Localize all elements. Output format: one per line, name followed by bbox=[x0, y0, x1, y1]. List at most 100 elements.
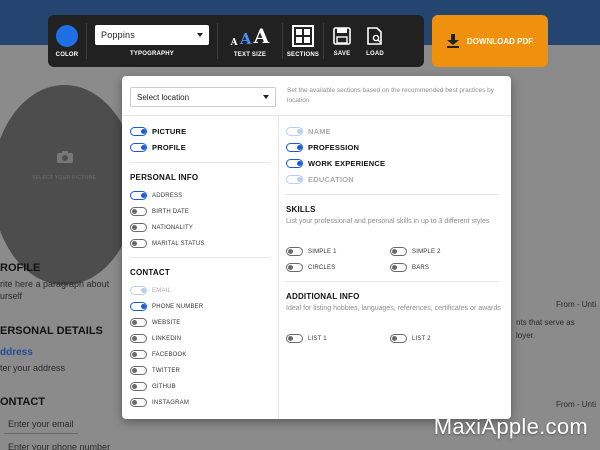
option-circles[interactable]: CIRCLES bbox=[286, 263, 335, 272]
sections-button[interactable]: SECTIONS bbox=[283, 15, 323, 67]
option-label: NATIONALITY bbox=[152, 224, 194, 231]
toggle-twitter[interactable] bbox=[130, 366, 147, 375]
toggle-facebook[interactable] bbox=[130, 350, 147, 359]
toggle-instagram[interactable] bbox=[130, 398, 147, 407]
profile-text[interactable]: rite here a paragraph about bbox=[0, 279, 109, 289]
watermark-text: MaxiApple.com bbox=[433, 414, 588, 439]
column-divider bbox=[278, 116, 279, 419]
toggle-bars[interactable] bbox=[390, 263, 407, 272]
option-label: CIRCLES bbox=[308, 264, 336, 271]
option-profession[interactable]: PROFESSION bbox=[286, 143, 359, 152]
location-select[interactable]: Select location bbox=[130, 87, 276, 107]
sections-label: SECTIONS bbox=[286, 51, 320, 58]
section-divider bbox=[285, 281, 499, 282]
toggle-phone-number[interactable] bbox=[130, 302, 147, 311]
text-size-control: A A A TEXT SIZE bbox=[218, 15, 282, 67]
chevron-down-icon bbox=[263, 95, 269, 99]
experience-text[interactable]: nts that serve as bbox=[516, 318, 575, 327]
option-label: BARS bbox=[412, 264, 430, 271]
option-email[interactable]: EMAIL bbox=[130, 286, 171, 295]
toggle-linkedin[interactable] bbox=[130, 334, 147, 343]
profile-heading: ROFILE bbox=[0, 262, 41, 274]
option-website[interactable]: WEBSITE bbox=[130, 318, 180, 327]
profile-text-2[interactable]: urself bbox=[0, 291, 22, 301]
font-select[interactable]: Poppins bbox=[95, 25, 209, 45]
toggle-marital-status[interactable] bbox=[130, 239, 147, 248]
option-simple-1[interactable]: SIMPLE 1 bbox=[286, 247, 337, 256]
option-education[interactable]: EDUCATION bbox=[286, 175, 354, 184]
option-label: FACEBOOK bbox=[152, 351, 187, 358]
toggle-email bbox=[130, 286, 147, 295]
option-label: NAME bbox=[308, 127, 331, 136]
toggle-circles[interactable] bbox=[286, 263, 303, 272]
email-input[interactable]: Enter your email bbox=[8, 419, 74, 429]
load-button[interactable]: LOAD bbox=[360, 15, 390, 67]
option-linkedin[interactable]: LINKEDIN bbox=[130, 334, 181, 343]
text-size-large-button[interactable]: A bbox=[254, 24, 270, 48]
option-list-1[interactable]: LIST 1 bbox=[286, 334, 327, 343]
save-button[interactable]: SAVE bbox=[324, 15, 360, 67]
option-bars[interactable]: BARS bbox=[390, 263, 429, 272]
text-size-label: TEXT SIZE bbox=[233, 52, 267, 58]
contact-title: CONTACT bbox=[130, 268, 170, 277]
option-simple-2[interactable]: SIMPLE 2 bbox=[390, 247, 441, 256]
additional-info-description: Ideal for listing hobbies, languages, re… bbox=[286, 305, 501, 312]
option-twitter[interactable]: TWITTER bbox=[130, 366, 180, 375]
toggle-work-experience[interactable] bbox=[286, 159, 303, 168]
option-address[interactable]: ADDRESS bbox=[130, 191, 182, 200]
option-nationality[interactable]: NATIONALITY bbox=[130, 223, 193, 232]
toggle-list-1[interactable] bbox=[286, 334, 303, 343]
toggle-simple-1[interactable] bbox=[286, 247, 303, 256]
text-size-small-button[interactable]: A bbox=[231, 38, 238, 48]
sections-icon bbox=[292, 24, 314, 47]
toggle-picture[interactable] bbox=[130, 127, 147, 136]
option-label: LIST 1 bbox=[308, 335, 327, 342]
toggle-simple-2[interactable] bbox=[390, 247, 407, 256]
option-profile[interactable]: PROFILE bbox=[130, 143, 186, 152]
phone-input[interactable]: Enter your phone number bbox=[8, 442, 110, 450]
date-range-2[interactable]: From - Unti bbox=[556, 400, 596, 409]
location-value: Select location bbox=[137, 92, 190, 102]
option-work-experience[interactable]: WORK EXPERIENCE bbox=[286, 159, 385, 168]
option-phone-number[interactable]: PHONE NUMBER bbox=[130, 302, 203, 311]
section-divider bbox=[130, 162, 270, 163]
option-instagram[interactable]: INSTAGRAM bbox=[130, 398, 189, 407]
toggle-profile[interactable] bbox=[130, 143, 147, 152]
toggle-list-2[interactable] bbox=[390, 334, 407, 343]
address-input[interactable]: ter your address bbox=[0, 363, 65, 373]
experience-text-2[interactable]: loyer. bbox=[516, 331, 535, 340]
option-label: MARITAL STATUS bbox=[152, 240, 205, 247]
option-label: SIMPLE 2 bbox=[412, 248, 441, 255]
skills-description: List your professional and personal skil… bbox=[286, 218, 490, 225]
text-size-medium-button[interactable]: A bbox=[240, 30, 252, 48]
option-list-2[interactable]: LIST 2 bbox=[390, 334, 431, 343]
toggle-nationality[interactable] bbox=[130, 223, 147, 232]
toggle-github[interactable] bbox=[130, 382, 147, 391]
save-label: SAVE bbox=[333, 50, 351, 57]
option-github[interactable]: GITHUB bbox=[130, 382, 176, 391]
option-label: PHONE NUMBER bbox=[152, 303, 204, 310]
option-label: PICTURE bbox=[152, 127, 187, 136]
option-label: GITHUB bbox=[152, 383, 176, 390]
color-button[interactable]: COLOR bbox=[48, 15, 86, 67]
option-name[interactable]: NAME bbox=[286, 127, 331, 136]
toggle-profession[interactable] bbox=[286, 143, 303, 152]
option-label: TWITTER bbox=[152, 367, 181, 374]
option-facebook[interactable]: FACEBOOK bbox=[130, 350, 187, 359]
section-divider bbox=[130, 257, 270, 258]
option-label: EDUCATION bbox=[308, 175, 354, 184]
typography-label: TYPOGRAPHY bbox=[129, 51, 174, 57]
toggle-address[interactable] bbox=[130, 191, 147, 200]
date-range[interactable]: From - Unti bbox=[556, 300, 596, 309]
download-pdf-button[interactable]: DOWNLOAD PDF bbox=[432, 15, 548, 67]
option-picture[interactable]: PICTURE bbox=[130, 127, 186, 136]
option-marital-status[interactable]: MARITAL STATUS bbox=[130, 239, 205, 248]
toggle-website[interactable] bbox=[130, 318, 147, 327]
contact-heading: ONTACT bbox=[0, 396, 46, 408]
option-label: LINKEDIN bbox=[152, 335, 182, 342]
toggle-birth-date[interactable] bbox=[130, 207, 147, 216]
download-icon bbox=[446, 34, 459, 48]
option-birth-date[interactable]: BIRTH DATE bbox=[130, 207, 189, 216]
color-swatch bbox=[56, 24, 78, 47]
color-label: COLOR bbox=[55, 51, 79, 58]
